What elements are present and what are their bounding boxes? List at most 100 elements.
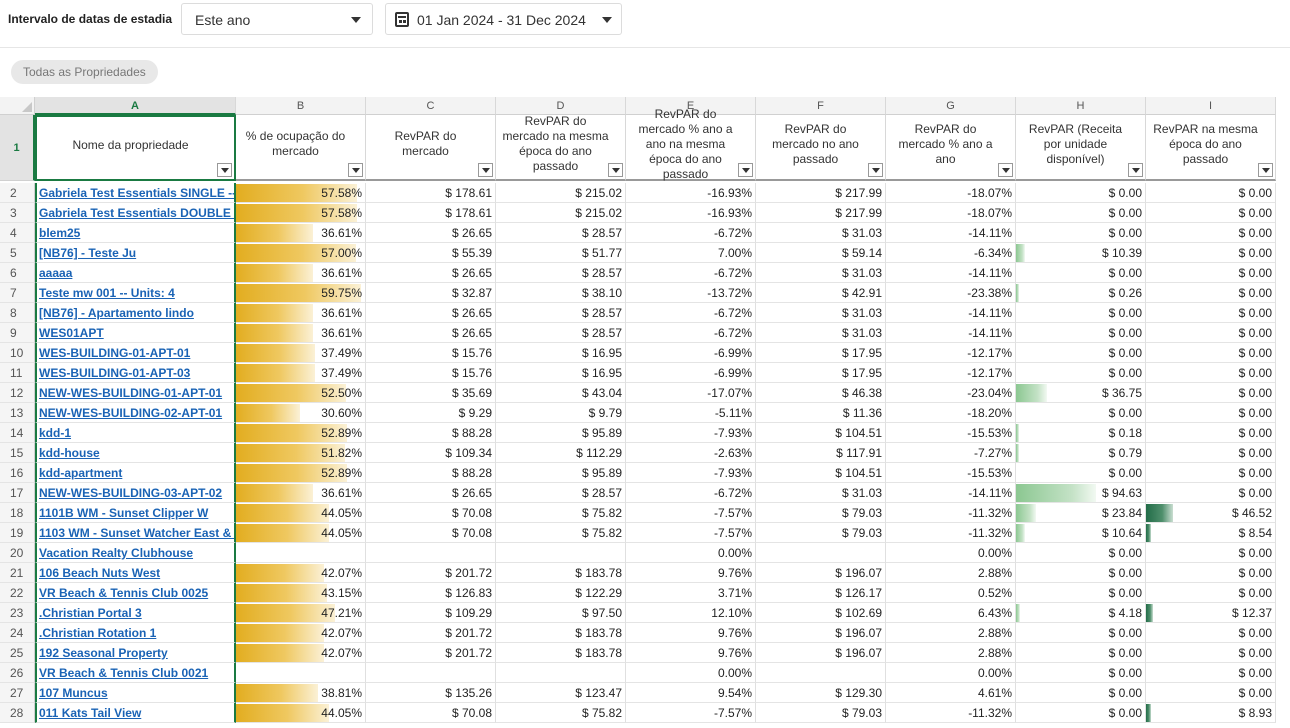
value-cell-g[interactable]: -14.11% [886,263,1016,283]
value-cell-f[interactable] [756,543,886,563]
column-header-b[interactable]: B [236,97,366,115]
property-name-link[interactable]: 106 Beach Nuts West [35,563,236,583]
value-cell-f[interactable]: $ 17.95 [756,363,886,383]
value-cell-e[interactable]: -16.93% [626,203,756,223]
revpar-cell[interactable]: $ 0.00 [1016,463,1146,483]
revpar-last-year-cell[interactable]: $ 0.00 [1146,663,1276,683]
value-cell-d[interactable]: $ 28.57 [496,223,626,243]
occupancy-cell[interactable]: 44.05% [236,703,366,723]
value-cell-d[interactable]: $ 43.04 [496,383,626,403]
row-number[interactable]: 26 [0,663,35,683]
occupancy-cell[interactable]: 51.82% [236,443,366,463]
value-cell-e[interactable]: -13.72% [626,283,756,303]
value-cell-e[interactable]: -6.72% [626,323,756,343]
value-cell-e[interactable]: 9.54% [626,683,756,703]
value-cell-f[interactable]: $ 196.07 [756,563,886,583]
revpar-cell[interactable]: $ 23.84 [1016,503,1146,523]
column-header-a[interactable]: A [35,97,236,115]
value-cell-f[interactable]: $ 31.03 [756,483,886,503]
revpar-last-year-cell[interactable]: $ 0.00 [1146,243,1276,263]
property-filter-chip[interactable]: Todas as Propriedades [11,60,158,84]
property-name-link[interactable]: aaaaa [35,263,236,283]
occupancy-cell[interactable]: 42.07% [236,643,366,663]
value-cell-g[interactable]: -14.11% [886,323,1016,343]
value-cell-g[interactable]: -14.11% [886,303,1016,323]
filter-dropdown-icon[interactable] [868,163,883,177]
value-cell-d[interactable]: $ 75.82 [496,703,626,723]
value-cell-g[interactable]: 4.61% [886,683,1016,703]
revpar-cell[interactable]: $ 0.00 [1016,663,1146,683]
value-cell-c[interactable]: $ 26.65 [366,303,496,323]
value-cell-e[interactable]: -7.93% [626,463,756,483]
value-cell-c[interactable]: $ 70.08 [366,503,496,523]
value-cell-d[interactable]: $ 97.50 [496,603,626,623]
value-cell-c[interactable]: $ 32.87 [366,283,496,303]
occupancy-cell[interactable]: 52.89% [236,463,366,483]
value-cell-g[interactable]: 6.43% [886,603,1016,623]
value-cell-d[interactable]: $ 28.57 [496,323,626,343]
occupancy-cell[interactable]: 52.89% [236,423,366,443]
revpar-last-year-cell[interactable]: $ 0.00 [1146,263,1276,283]
value-cell-f[interactable]: $ 126.17 [756,583,886,603]
property-name-link[interactable]: WES01APT [35,323,236,343]
row-number[interactable]: 21 [0,563,35,583]
row-number[interactable]: 3 [0,203,35,223]
property-name-link[interactable]: NEW-WES-BUILDING-01-APT-01 [35,383,236,403]
value-cell-e[interactable]: -16.93% [626,183,756,203]
row-number[interactable]: 6 [0,263,35,283]
property-name-link[interactable]: 1101B WM - Sunset Clipper W [35,503,236,523]
filter-dropdown-icon[interactable] [478,163,493,177]
revpar-cell[interactable]: $ 0.00 [1016,303,1146,323]
filter-dropdown-icon[interactable] [217,163,232,177]
value-cell-d[interactable] [496,543,626,563]
value-cell-f[interactable] [756,663,886,683]
revpar-last-year-cell[interactable]: $ 0.00 [1146,203,1276,223]
value-cell-d[interactable]: $ 38.10 [496,283,626,303]
property-name-link[interactable]: VR Beach & Tennis Club 0021 [35,663,236,683]
value-cell-f[interactable]: $ 217.99 [756,183,886,203]
property-name-link[interactable]: VR Beach & Tennis Club 0025 [35,583,236,603]
revpar-cell[interactable]: $ 0.18 [1016,423,1146,443]
revpar-last-year-cell[interactable]: $ 0.00 [1146,563,1276,583]
value-cell-d[interactable]: $ 28.57 [496,263,626,283]
property-name-link[interactable]: NEW-WES-BUILDING-03-APT-02 [35,483,236,503]
value-cell-d[interactable]: $ 95.89 [496,463,626,483]
row-number[interactable]: 17 [0,483,35,503]
occupancy-cell[interactable]: 42.07% [236,563,366,583]
revpar-last-year-cell[interactable]: $ 0.00 [1146,403,1276,423]
revpar-cell[interactable]: $ 0.00 [1016,223,1146,243]
value-cell-c[interactable] [366,663,496,683]
value-cell-f[interactable]: $ 42.91 [756,283,886,303]
property-name-link[interactable]: kdd-1 [35,423,236,443]
row-number[interactable]: 13 [0,403,35,423]
value-cell-f[interactable]: $ 79.03 [756,703,886,723]
value-cell-c[interactable] [366,543,496,563]
revpar-last-year-cell[interactable]: $ 0.00 [1146,183,1276,203]
revpar-cell[interactable]: $ 0.79 [1016,443,1146,463]
value-cell-d[interactable]: $ 16.95 [496,363,626,383]
value-cell-c[interactable]: $ 15.76 [366,343,496,363]
value-cell-e[interactable]: 0.00% [626,663,756,683]
value-cell-e[interactable]: 3.71% [626,583,756,603]
revpar-last-year-cell[interactable]: $ 0.00 [1146,383,1276,403]
occupancy-cell[interactable]: 57.00% [236,243,366,263]
value-cell-g[interactable]: -12.17% [886,343,1016,363]
value-cell-f[interactable]: $ 104.51 [756,423,886,443]
value-cell-g[interactable]: -15.53% [886,423,1016,443]
value-cell-c[interactable]: $ 26.65 [366,483,496,503]
occupancy-cell[interactable]: 36.61% [236,303,366,323]
occupancy-cell[interactable] [236,663,366,683]
value-cell-f[interactable]: $ 31.03 [756,223,886,243]
value-cell-g[interactable]: 2.88% [886,623,1016,643]
value-cell-e[interactable]: -6.99% [626,363,756,383]
value-cell-f[interactable]: $ 11.36 [756,403,886,423]
revpar-cell[interactable]: $ 0.00 [1016,323,1146,343]
value-cell-c[interactable]: $ 201.72 [366,563,496,583]
revpar-cell[interactable]: $ 0.00 [1016,683,1146,703]
value-cell-c[interactable]: $ 35.69 [366,383,496,403]
revpar-last-year-cell[interactable]: $ 0.00 [1146,283,1276,303]
row-number[interactable]: 24 [0,623,35,643]
row-number[interactable]: 25 [0,643,35,663]
revpar-cell[interactable]: $ 10.64 [1016,523,1146,543]
filter-dropdown-icon[interactable] [1258,163,1273,177]
